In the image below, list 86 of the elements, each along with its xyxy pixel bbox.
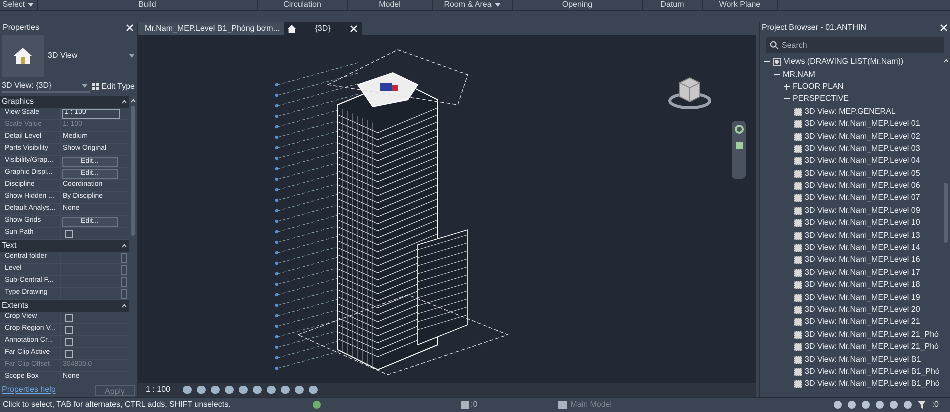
expand-icon[interactable] <box>784 84 790 90</box>
3d-view-canvas[interactable] <box>138 35 756 383</box>
checkbox[interactable] <box>65 230 73 238</box>
ribbon-panel-title[interactable]: Circulation <box>258 0 348 10</box>
filter-icon[interactable] <box>918 401 926 409</box>
section-title: Extents <box>2 300 29 312</box>
close-icon[interactable] <box>126 24 134 32</box>
view-item[interactable]: 3D View: Mr.Nam_MEP.Level 05 <box>805 168 920 180</box>
dropdown-icon[interactable] <box>28 3 34 7</box>
filter-count: :0 <box>932 399 939 411</box>
view-item[interactable]: 3D View: Mr.Nam_MEP.Level 20 <box>805 304 920 316</box>
collapse-icon[interactable] <box>774 72 780 78</box>
ribbon-panel-title[interactable]: Opening <box>513 0 643 10</box>
ribbon-panel-title[interactable]: Select <box>0 0 38 10</box>
view-item[interactable]: 3D View: Mr.Nam_MEP.Level 18 <box>805 279 920 292</box>
checkbox[interactable] <box>65 338 73 346</box>
view-item[interactable]: 3D View: MEP.GENERAL <box>805 106 896 118</box>
view-item[interactable]: 3D View: Mr.Nam_MEP.Level 07 <box>805 192 920 204</box>
collapse-icon[interactable] <box>122 304 127 308</box>
dropdown-icon[interactable] <box>494 3 501 7</box>
tree-node[interactable]: MR.NAM <box>783 68 816 81</box>
zoom-icon[interactable] <box>736 142 742 149</box>
checkbox[interactable] <box>65 314 73 322</box>
scroll-up-icon[interactable] <box>944 59 948 63</box>
view-item[interactable]: FLOOR PLAN <box>793 80 844 93</box>
view-scale-control[interactable]: 1 : 100 <box>146 384 178 396</box>
scroll-up-icon[interactable] <box>130 99 136 103</box>
view-item[interactable]: 3D View: Mr.Nam_MEP.Level 03 <box>805 142 920 155</box>
view-item[interactable]: 3D View: Mr.Nam_MEP.Level 14 <box>805 242 920 254</box>
view-item[interactable]: 3D View: Mr.Nam_MEP.Level 04 <box>805 155 920 168</box>
ribbon-panel-title[interactable]: Datum <box>643 0 703 10</box>
collapse-icon[interactable] <box>122 100 127 104</box>
tree-node[interactable]: PERSPECTIVE <box>793 93 850 106</box>
view-item[interactable]: 3D View: Mr.Nam_MEP.Level B1_Phò <box>805 366 940 378</box>
view-item[interactable]: 3D View: Mr.Nam_MEP.Level 13 <box>805 230 920 242</box>
checkbox[interactable] <box>65 326 73 334</box>
section-title: Graphics <box>2 96 34 108</box>
view-item[interactable]: 3D View: Mr.Nam_MEP.Level B1_Phò <box>805 378 940 390</box>
dropdown-icon[interactable] <box>82 84 88 88</box>
view-item[interactable]: 3D View: Mr.Nam_MEP.Level 09 <box>805 204 920 217</box>
view-item[interactable]: 3D View: Mr.Nam_MEP.Level 16 <box>805 254 920 266</box>
search-icon <box>770 41 779 50</box>
ribbon-panel-title[interactable]: Model <box>348 0 433 10</box>
view-item[interactable]: 3D View: Mr.Nam_MEP.Level 01 <box>805 118 920 130</box>
section-header[interactable]: Graphics <box>0 96 129 108</box>
search-field[interactable]: Search <box>766 37 944 53</box>
edit-type-button[interactable]: Edit Type <box>92 81 135 93</box>
ribbon-panel-title[interactable]: Room & Area <box>433 0 513 10</box>
view-item[interactable]: 3D View: Mr.Nam_MEP.Level 02 <box>805 130 920 143</box>
section-title: Text <box>2 240 17 252</box>
properties-help-link[interactable]: Properties help <box>2 384 56 396</box>
panel-title: Project Browser - 01.ANTHIN <box>762 22 866 34</box>
steering-wheel-icon[interactable] <box>734 125 744 134</box>
view-tab[interactable]: {3D} <box>284 22 362 35</box>
view-item[interactable]: 3D View: Mr.Nam_MEP.Level 10 <box>805 217 920 230</box>
ribbon-panel-title[interactable]: Build <box>38 0 258 10</box>
collapse-icon[interactable] <box>784 96 790 102</box>
collapse-icon[interactable] <box>122 244 127 248</box>
view-tab[interactable]: Mr.Nam_MEP.Level B1_Phòng bơm... <box>138 22 284 35</box>
ribbon-panel-title[interactable]: Work Plane <box>703 0 778 10</box>
instance-dropdown[interactable]: 3D View: {3D} <box>2 80 52 92</box>
dropdown-icon[interactable] <box>129 54 135 58</box>
status-message: Click to select, TAB for alternates, CTRL adds, SHIFT unselects. <box>3 399 232 411</box>
house-icon <box>13 47 33 65</box>
house-icon <box>288 24 296 32</box>
views-icon <box>773 58 781 66</box>
section-header[interactable]: Text <box>0 240 129 252</box>
navigation-bar[interactable] <box>732 121 746 179</box>
close-icon[interactable] <box>350 24 358 32</box>
type-selector[interactable]: 3D View <box>0 34 137 78</box>
checkbox[interactable] <box>65 350 73 358</box>
section-header[interactable]: Extents <box>0 300 129 312</box>
view-item[interactable]: 3D View: Mr.Nam_MEP.Level 17 <box>805 266 920 279</box>
view-item[interactable]: 3D View: Mr.Nam_MEP.Level 21_Phò <box>805 328 939 341</box>
collapse-icon[interactable] <box>764 59 770 66</box>
editable-count: :0 <box>471 399 478 411</box>
close-icon[interactable] <box>940 24 948 32</box>
view-item[interactable]: 3D View: Mr.Nam_MEP.Level 06 <box>805 180 920 192</box>
workset-icon[interactable] <box>313 401 321 409</box>
edit-type-icon <box>92 83 100 91</box>
view-item[interactable]: 3D View: Mr.Nam_MEP.Level 19 <box>805 292 920 304</box>
tree-node[interactable]: Views (DRAWING LIST(Mr.Nam)) <box>784 56 904 68</box>
view-item[interactable]: 3D View: Mr.Nam_MEP.Level 21_Phò <box>805 341 939 354</box>
view-item[interactable]: 3D View: Mr.Nam_MEP.Level B1 <box>805 354 922 366</box>
panel-title: Properties <box>3 22 40 34</box>
view-item[interactable]: 3D View: Mr.Nam_MEP.Level 21 <box>805 316 920 328</box>
